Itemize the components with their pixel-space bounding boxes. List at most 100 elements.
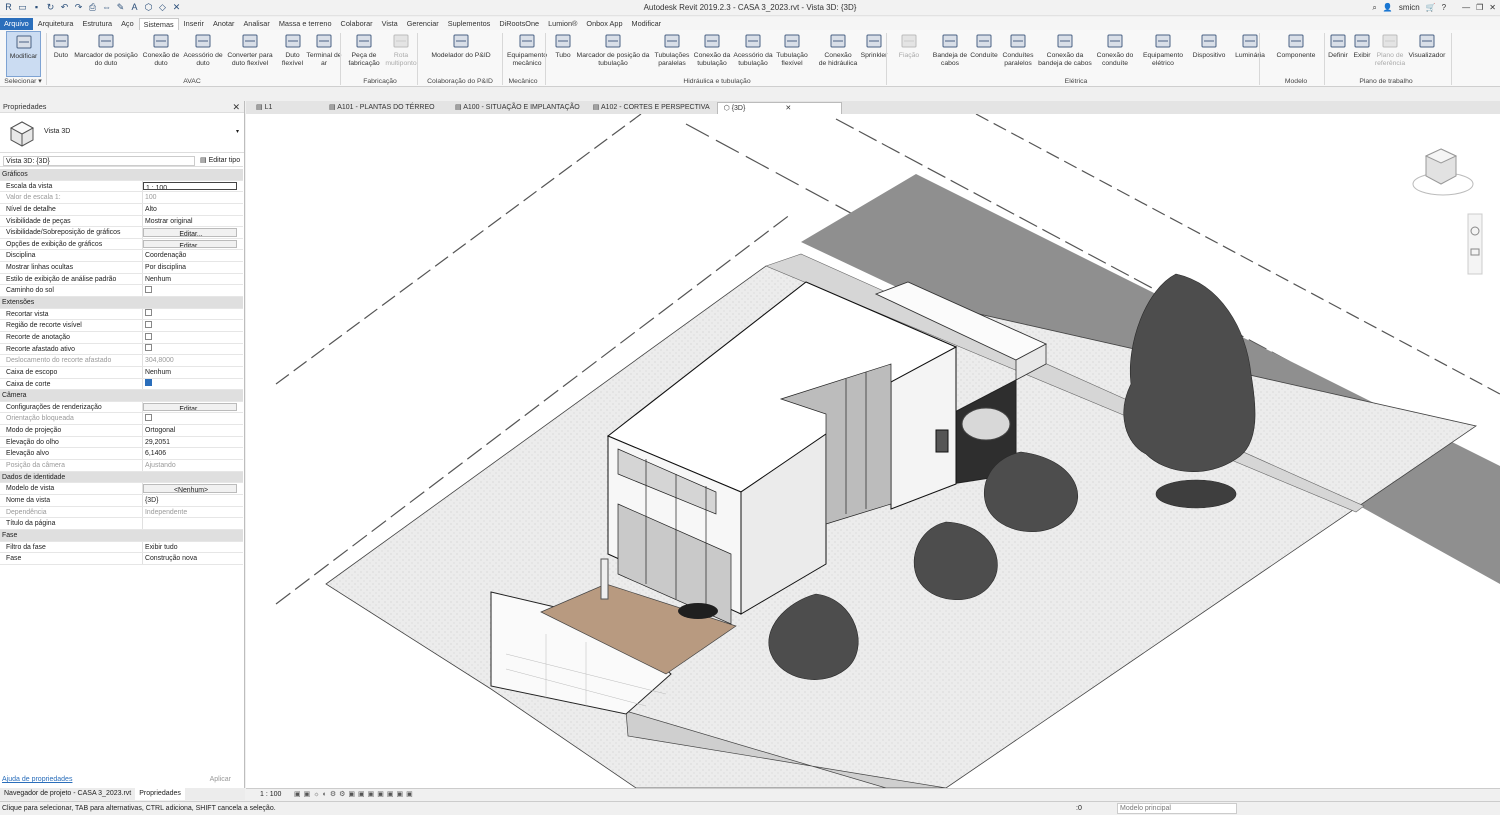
pid-modeler-button[interactable]: Modelador do P&ID (427, 31, 495, 77)
checkbox[interactable] (145, 344, 152, 352)
lighting-fixture-button[interactable]: Luminária (1232, 31, 1268, 77)
restore-button[interactable]: ❐ (1476, 1, 1483, 15)
cable-tray-button[interactable]: Bandeja de cabos (930, 31, 970, 77)
tab-massa-e-terreno[interactable]: Massa e terreno (275, 18, 336, 30)
view-scale[interactable]: 1 : 100 (260, 789, 281, 801)
tab-sistemas[interactable]: Sistemas (138, 17, 179, 30)
tab-estrutura[interactable]: Estrutura (78, 18, 116, 30)
pipe-fitting-button[interactable]: Conexão da tubulação (692, 31, 732, 77)
user-name[interactable]: smicn (1399, 1, 1420, 15)
property-category[interactable]: Fase (0, 529, 243, 542)
property-value[interactable] (143, 344, 237, 355)
fabrication-part-button[interactable]: Peça de fabricação (347, 31, 381, 77)
search-icon[interactable]: ⌕ (1372, 1, 1376, 15)
show-workplane-button[interactable]: Exibir (1350, 31, 1374, 77)
3d-model-canvas[interactable] (246, 114, 1500, 788)
view-tab[interactable]: ▤ A100 - SITUAÇÃO E IMPLANTAÇÃO (449, 102, 586, 114)
3d-viewport[interactable] (246, 114, 1500, 788)
type-selector[interactable]: Vista 3D ▾ (0, 113, 244, 153)
property-value[interactable]: Coordenação (143, 250, 237, 261)
checkbox[interactable] (145, 321, 152, 328)
view-tab[interactable]: ▤ A102 - CORTES E PERSPECTIVA (587, 102, 716, 114)
plumbing-fixture-button[interactable]: Conexão de hidráulica (817, 31, 859, 77)
view-cube[interactable] (1412, 148, 1474, 196)
property-value[interactable]: Editar... (143, 228, 237, 237)
checkbox[interactable] (145, 332, 152, 340)
view-tab[interactable]: ⬡ {3D} ✕ (716, 101, 842, 114)
tab-file[interactable]: Arquivo (0, 17, 33, 30)
pipe-button[interactable]: Tubo (551, 31, 575, 77)
property-value[interactable]: {3D} (143, 495, 237, 506)
property-value[interactable]: Por disciplina (143, 262, 237, 273)
edit-type-button[interactable]: ▤ Editar tipo (200, 155, 240, 167)
cursor-button[interactable]: Modificar (6, 31, 41, 77)
property-value[interactable]: Exibir tudo (143, 542, 237, 553)
tab-onbox-app[interactable]: Onbox App (582, 18, 626, 30)
tab-vista[interactable]: Vista (378, 18, 402, 30)
filter-count[interactable]: :0 (1076, 802, 1082, 815)
property-category[interactable]: Extensões (0, 297, 243, 309)
air-terminal-button[interactable]: Terminal de ar (305, 31, 343, 77)
device-button[interactable]: Dispositivo (1190, 31, 1228, 77)
property-category[interactable]: Dados de identidade (0, 471, 243, 484)
instance-dropdown[interactable]: Vista 3D: {3D} (3, 156, 195, 166)
view-controls-icons[interactable]: ▣▣☼◐⚙⚙▣▣▣▣▣▣▣ (294, 789, 416, 801)
tab-project-browser[interactable]: Navegador de projeto - CASA 3_2023.rvt (0, 788, 135, 800)
cart-icon[interactable]: 🛒 (1426, 1, 1436, 15)
duct-accessory-button[interactable]: Acessório de duto (181, 31, 225, 77)
duct-button[interactable]: Duto (48, 31, 74, 77)
help-icon[interactable]: ? (1442, 1, 1446, 15)
view-tab[interactable]: ▤ A101 - PLANTAS DO TÉRREO (323, 102, 448, 114)
property-value[interactable] (143, 309, 237, 320)
property-value[interactable]: Nenhum (143, 367, 237, 378)
tab-anotar[interactable]: Anotar (209, 18, 239, 30)
property-value[interactable]: 29,2051 (143, 437, 237, 448)
property-value[interactable]: Construção nova (143, 553, 237, 564)
electrical-equipment-button[interactable]: Equipamento elétrico (1141, 31, 1185, 77)
user-icon[interactable]: 👤 (1383, 1, 1393, 15)
parallel-conduits-button[interactable]: Conduítes paralelos (1000, 31, 1036, 77)
property-value[interactable]: Ortogonal (143, 425, 237, 436)
tab-gerenciar[interactable]: Gerenciar (403, 18, 443, 30)
close-icon[interactable]: ✕ (232, 101, 240, 113)
convert-flex-button[interactable]: Converter para duto flexível (226, 31, 274, 77)
tab-arquitetura[interactable]: Arquitetura (34, 18, 78, 30)
conduit-button[interactable]: Conduíte (968, 31, 1000, 77)
chevron-down-icon[interactable]: ▾ (236, 128, 239, 135)
duct-placeholder-button[interactable]: Marcador de posição do duto (72, 31, 140, 77)
close-button[interactable]: ✕ (1489, 1, 1496, 15)
mechanical-equipment-button[interactable]: Equipamento mecânico (505, 31, 549, 77)
tab-inserir[interactable]: Inserir (180, 18, 208, 30)
close-icon[interactable]: ✕ (785, 105, 791, 112)
cable-tray-fitting-button[interactable]: Conexão da bandeja de cabos (1036, 31, 1094, 77)
pipe-accessory-button[interactable]: Acessório da tubulação (732, 31, 774, 77)
property-value[interactable]: Nenhum (143, 274, 237, 285)
viewer-button[interactable]: Visualizador (1405, 31, 1449, 77)
view-tab[interactable]: ▤ L1 (250, 102, 322, 114)
conduit-fitting-button[interactable]: Conexão do conduíte (1094, 31, 1136, 77)
minimize-button[interactable]: — (1462, 1, 1470, 15)
tab-colaborar[interactable]: Colaborar (337, 18, 377, 30)
apply-button[interactable]: Aplicar (210, 773, 231, 787)
tab-analisar[interactable]: Analisar (239, 18, 273, 30)
duct-fitting-button[interactable]: Conexão de duto (142, 31, 180, 77)
property-value[interactable]: Editar... (143, 239, 237, 249)
property-value[interactable] (143, 320, 237, 331)
flex-duct-button[interactable]: Duto flexível (279, 31, 306, 77)
property-value[interactable]: Mostrar original (143, 216, 237, 227)
property-value[interactable]: Alto (143, 204, 237, 215)
tab-suplementos[interactable]: Suplementos (444, 18, 495, 30)
properties-help-link[interactable]: Ajuda de propriedades (2, 776, 72, 783)
checkbox[interactable] (145, 309, 152, 317)
tab-lumion-[interactable]: Lumion® (544, 18, 581, 30)
tab-properties[interactable]: Propriedades (135, 788, 185, 800)
checkbox[interactable] (145, 286, 152, 294)
property-value[interactable]: Editar... (143, 402, 237, 412)
tab-modificar[interactable]: Modificar (628, 18, 666, 30)
property-value[interactable]: 6,1406 (143, 448, 237, 459)
property-value[interactable] (143, 285, 237, 296)
set-workplane-button[interactable]: Definir (1325, 31, 1351, 77)
property-value[interactable] (143, 379, 237, 390)
property-value[interactable] (143, 332, 237, 343)
component-button[interactable]: Componente (1273, 31, 1319, 77)
